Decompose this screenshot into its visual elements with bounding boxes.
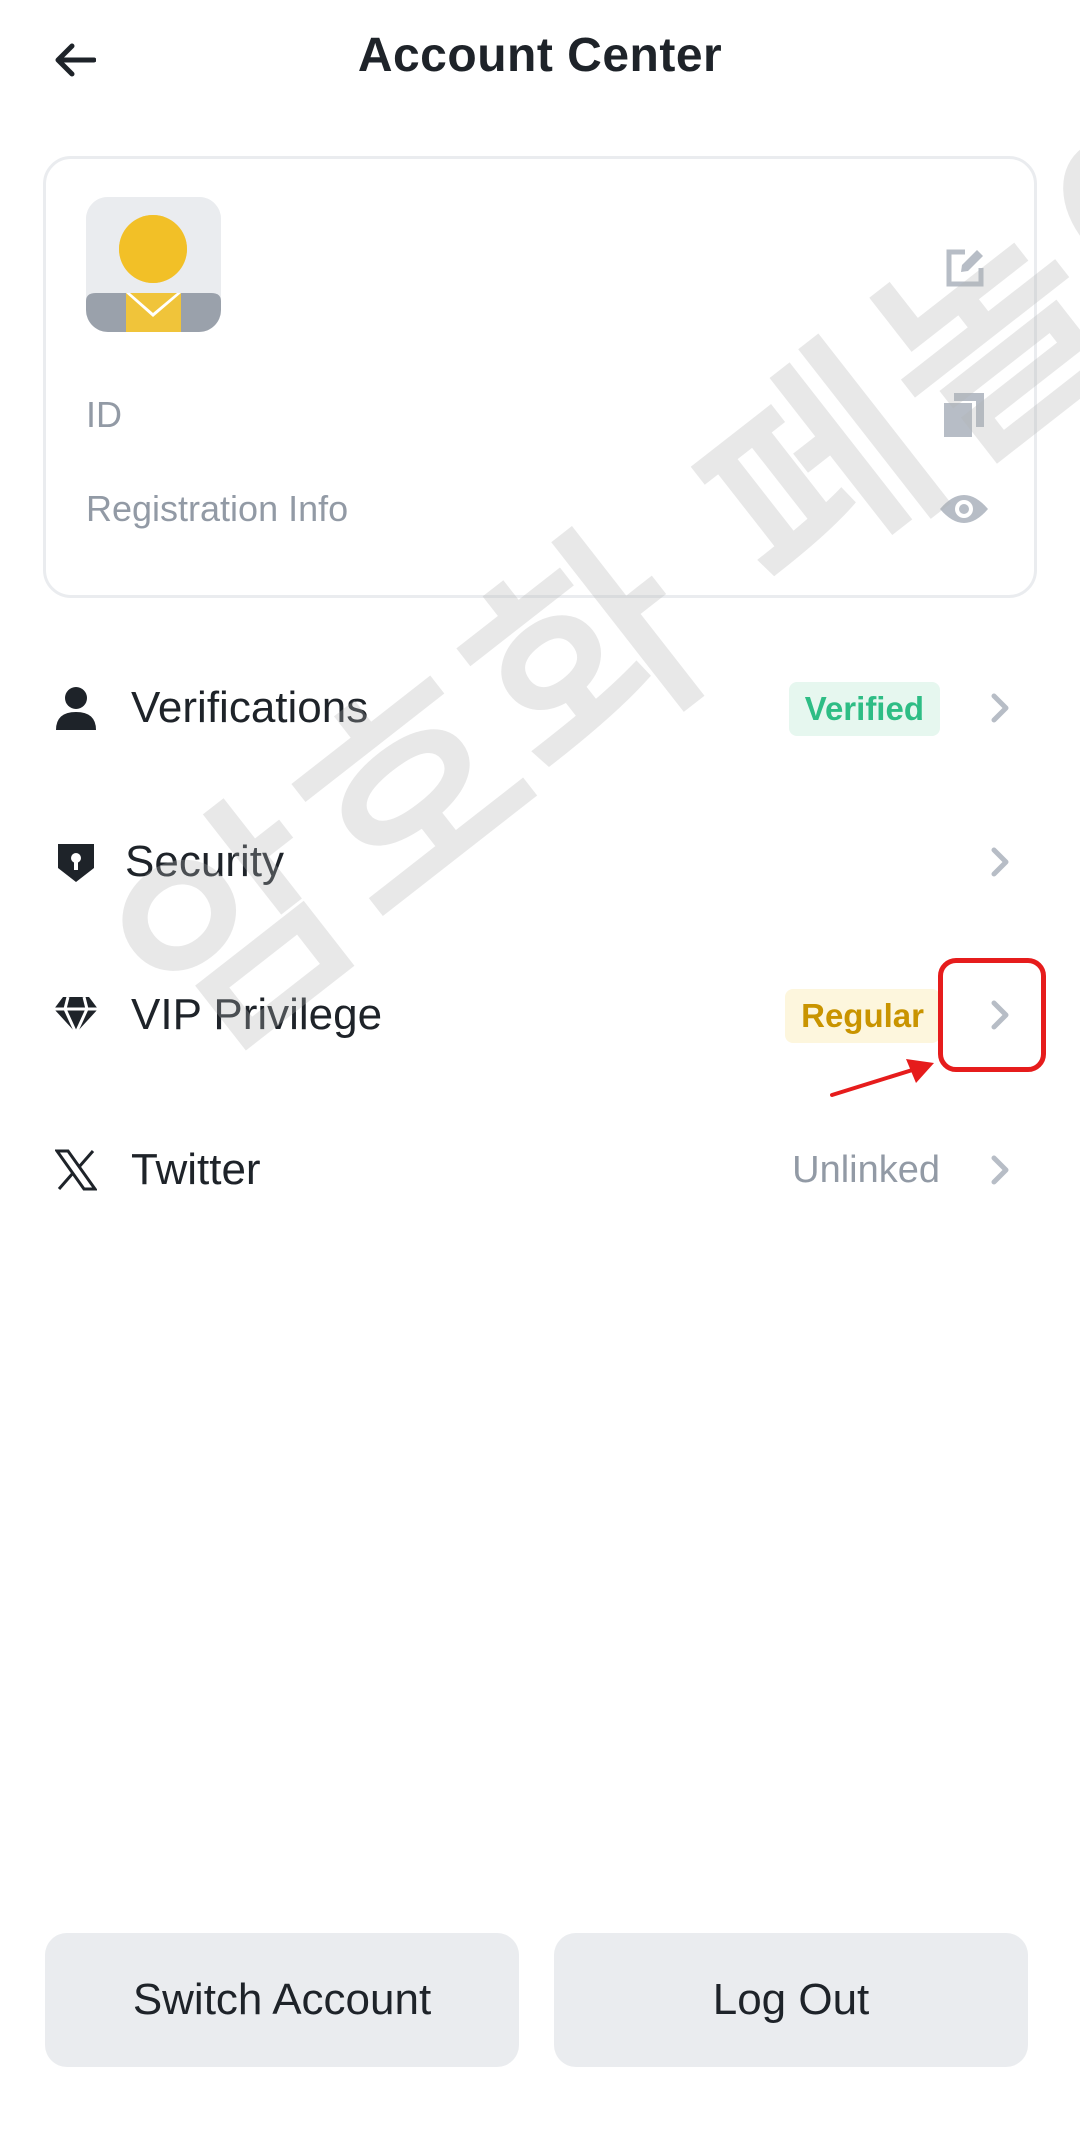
avatar (86, 197, 221, 332)
registration-label: Registration Info (86, 488, 349, 529)
header: Account Center (0, 0, 1080, 130)
eye-icon (940, 495, 988, 523)
shield-icon (46, 832, 106, 892)
menu-label-twitter: Twitter (131, 1145, 261, 1194)
menu-item-verifications[interactable]: Verifications Verified (0, 648, 1080, 768)
status-badge-verified: Verified (788, 682, 940, 736)
chevron-right-icon (975, 832, 1025, 892)
menu-item-twitter[interactable]: Twitter Unlinked (0, 1110, 1080, 1230)
edit-icon (946, 249, 984, 287)
x-logo-icon (46, 1140, 106, 1200)
copy-icon (944, 393, 984, 437)
menu-item-security[interactable]: Security (0, 802, 1080, 922)
id-label: ID (86, 394, 122, 435)
registration-row: Registration Info (86, 479, 994, 539)
menu-label-security: Security (125, 837, 284, 886)
status-badge-regular: Regular (785, 989, 940, 1043)
log-out-button[interactable]: Log Out (554, 1933, 1028, 2067)
person-icon (46, 678, 106, 738)
diamond-icon (46, 985, 106, 1045)
chevron-right-icon (975, 678, 1025, 738)
copy-id-button[interactable] (934, 385, 994, 445)
menu-item-vip-privilege[interactable]: VIP Privilege Regular (0, 955, 1080, 1075)
toggle-visibility-button[interactable] (934, 479, 994, 539)
profile-card: ID Registration Info (43, 156, 1037, 598)
chevron-right-icon (975, 1140, 1025, 1200)
status-text-unlinked: Unlinked (792, 1149, 940, 1191)
page-title: Account Center (357, 29, 723, 82)
switch-account-button[interactable]: Switch Account (45, 1933, 519, 2067)
menu-label-verifications: Verifications (131, 683, 369, 732)
chevron-right-icon (975, 985, 1025, 1045)
id-row: ID (86, 385, 994, 445)
edit-profile-button[interactable] (936, 239, 994, 297)
menu-label-vip-privilege: VIP Privilege (131, 990, 383, 1039)
